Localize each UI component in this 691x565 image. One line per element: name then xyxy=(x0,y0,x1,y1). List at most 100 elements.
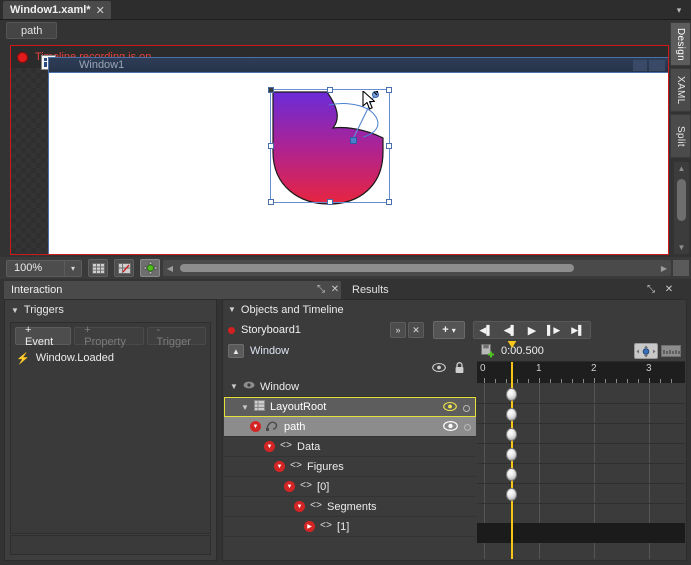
tree-item-layoutroot[interactable]: ▼ LayoutRoot xyxy=(224,397,476,417)
tree-item-data[interactable]: ▼ <> Data xyxy=(224,437,476,457)
chevron-down-icon-recording[interactable]: ▼ xyxy=(250,421,261,432)
remove-trigger-label: - Trigger xyxy=(156,324,191,348)
resize-handle-top-center[interactable] xyxy=(327,87,333,93)
add-event-button[interactable]: + Event xyxy=(15,324,72,348)
chevron-down-icon-recording[interactable]: ▼ xyxy=(264,441,275,452)
show-handles-icon[interactable] xyxy=(140,259,160,277)
chevron-down-icon-recording[interactable]: ▼ xyxy=(274,461,285,472)
lock-toggle[interactable] xyxy=(464,424,471,431)
record-keyframe-icon[interactable] xyxy=(481,344,495,358)
resize-handle-bottom-left[interactable] xyxy=(268,199,274,205)
tree-item-figures[interactable]: ▼ <> Figures xyxy=(224,457,476,477)
storyboard-bar: Storyboard1 » ✕ + ▾ ◀▌ ◀▌ ▶ ▌▶ ▶▌ xyxy=(223,319,686,341)
document-tab-window1[interactable]: Window1.xaml* ✕ xyxy=(3,1,111,19)
go-to-first-frame-button[interactable]: ◀▌ xyxy=(479,325,492,336)
grid-icon[interactable] xyxy=(88,259,108,277)
close-panel-icon[interactable]: ✕ xyxy=(329,284,341,296)
chevron-down-icon-recording[interactable]: ▼ xyxy=(294,501,305,512)
scrollbar-track[interactable] xyxy=(177,260,657,276)
float-panel-icon-right[interactable]: ⤡ xyxy=(645,284,657,296)
delete-storyboard-button[interactable]: ✕ xyxy=(408,322,424,338)
tree-item-window[interactable]: ▼ Window xyxy=(224,377,476,397)
tab-split[interactable]: Split xyxy=(670,114,691,158)
keyframe-marker[interactable] xyxy=(506,488,517,501)
timeline-zoom-icon[interactable] xyxy=(661,345,681,357)
go-to-last-frame-button[interactable]: ▶▌ xyxy=(571,325,584,336)
chevron-down-icon-recording[interactable]: ▼ xyxy=(284,481,295,492)
next-frame-button[interactable]: ▌▶ xyxy=(547,325,560,336)
triggers-section-header[interactable]: ▼ Triggers xyxy=(5,300,216,320)
tab-interaction[interactable]: Interaction xyxy=(4,281,341,299)
triggers-section-title: Triggers xyxy=(23,304,64,316)
close-storyboard-button[interactable]: » xyxy=(390,322,406,338)
bezier-control-point[interactable] xyxy=(372,91,379,98)
tree-scope-breadcrumb[interactable]: ▲ Window xyxy=(224,341,476,361)
keyframe-marker[interactable] xyxy=(506,388,517,401)
scroll-right-icon[interactable]: ▶ xyxy=(657,264,671,273)
design-surface[interactable]: Timeline recording is on Window1 xyxy=(10,45,669,255)
scrollbar-thumb[interactable] xyxy=(180,264,574,272)
resize-handle-middle-right[interactable] xyxy=(386,143,392,149)
tab-results[interactable]: Results xyxy=(345,281,396,299)
tree-item-segment-1[interactable]: ▶ <> [1] xyxy=(224,517,476,537)
scroll-down-icon[interactable]: ▼ xyxy=(674,241,689,254)
interaction-panel: ▼ Triggers + Event + Property - Trigger … xyxy=(4,299,217,561)
resize-handle-middle-left[interactable] xyxy=(268,143,274,149)
resize-handle-top-left[interactable] xyxy=(268,87,274,93)
scroll-up-icon[interactable]: ▲ xyxy=(674,162,689,175)
tree-item-figure-0[interactable]: ▼ <> [0] xyxy=(224,477,476,497)
timeline-ruler[interactable]: 0 1 2 3 xyxy=(477,361,685,383)
keyframe-marker[interactable] xyxy=(506,468,517,481)
snap-resolution-icon[interactable] xyxy=(634,343,658,359)
visibility-icon[interactable] xyxy=(432,362,446,376)
scope-up-icon[interactable]: ▲ xyxy=(228,344,244,358)
scroll-left-icon[interactable]: ◀ xyxy=(163,264,177,273)
keyframe-marker[interactable] xyxy=(506,448,517,461)
zoom-level-select[interactable]: 100% ▾ xyxy=(6,259,82,277)
tab-design-label: Design xyxy=(675,27,686,61)
visibility-icon[interactable] xyxy=(443,401,457,415)
tree-item-path[interactable]: ▼ path xyxy=(224,417,476,437)
design-window-body[interactable] xyxy=(49,73,668,254)
lock-icon[interactable] xyxy=(454,362,465,377)
snap-to-gridlines-icon[interactable] xyxy=(114,259,134,277)
artboard-horizontal-scrollbar[interactable]: ◀ ▶ xyxy=(163,260,671,276)
float-panel-icon[interactable]: ⤡ xyxy=(315,284,327,296)
new-storyboard-button[interactable]: + ▾ xyxy=(433,321,465,339)
scrollbar-thumb[interactable] xyxy=(677,179,686,221)
tab-xaml[interactable]: XAML xyxy=(670,68,691,112)
timeline-grid[interactable] xyxy=(477,341,685,559)
chevron-down-icon[interactable]: ▼ xyxy=(241,403,249,412)
breadcrumb-item-path[interactable]: path xyxy=(6,22,58,39)
add-property-button[interactable]: + Property xyxy=(74,324,144,348)
window-icon xyxy=(243,380,255,393)
bolt-icon: ⚡ xyxy=(16,352,30,365)
object-tree: ▲ Window ▼ Window ▼ LayoutRoot ▼ path ▼ … xyxy=(224,341,476,559)
artboard-vertical-scrollbar[interactable]: ▲ ▼ xyxy=(674,162,689,254)
chevron-down-icon[interactable]: ▾ xyxy=(673,4,685,16)
bezier-anchor-point[interactable] xyxy=(350,137,357,144)
chevron-down-icon[interactable]: ▾ xyxy=(452,326,456,335)
keyframe-marker[interactable] xyxy=(506,408,517,421)
resize-handle-bottom-center[interactable] xyxy=(327,199,333,205)
remove-trigger-button[interactable]: - Trigger xyxy=(146,324,206,348)
visibility-icon[interactable] xyxy=(443,420,458,435)
chevron-down-icon[interactable]: ▼ xyxy=(11,306,19,315)
trigger-item-window-loaded[interactable]: ⚡ Window.Loaded xyxy=(11,349,210,367)
chevron-down-icon[interactable]: ▼ xyxy=(230,382,238,391)
close-panel-icon-right[interactable]: ✕ xyxy=(663,284,675,296)
previous-frame-button[interactable]: ◀▌ xyxy=(504,325,517,336)
resize-handle-bottom-right[interactable] xyxy=(386,199,392,205)
tab-design[interactable]: Design xyxy=(670,22,691,66)
chevron-right-icon-recording[interactable]: ▶ xyxy=(304,521,315,532)
artboard-canvas[interactable]: Window1 xyxy=(11,55,668,254)
objects-timeline-header[interactable]: ▼ Objects and Timeline xyxy=(223,300,686,319)
close-icon[interactable]: ✕ xyxy=(96,4,105,17)
tree-item-segments[interactable]: ▼ <> Segments xyxy=(224,497,476,517)
chevron-down-icon[interactable]: ▾ xyxy=(64,260,81,276)
play-button[interactable]: ▶ xyxy=(528,324,536,337)
keyframe-marker[interactable] xyxy=(506,428,517,441)
chevron-down-icon[interactable]: ▼ xyxy=(228,305,236,314)
design-window-titlebar: Window1 xyxy=(49,58,668,73)
lock-toggle[interactable] xyxy=(463,404,470,412)
